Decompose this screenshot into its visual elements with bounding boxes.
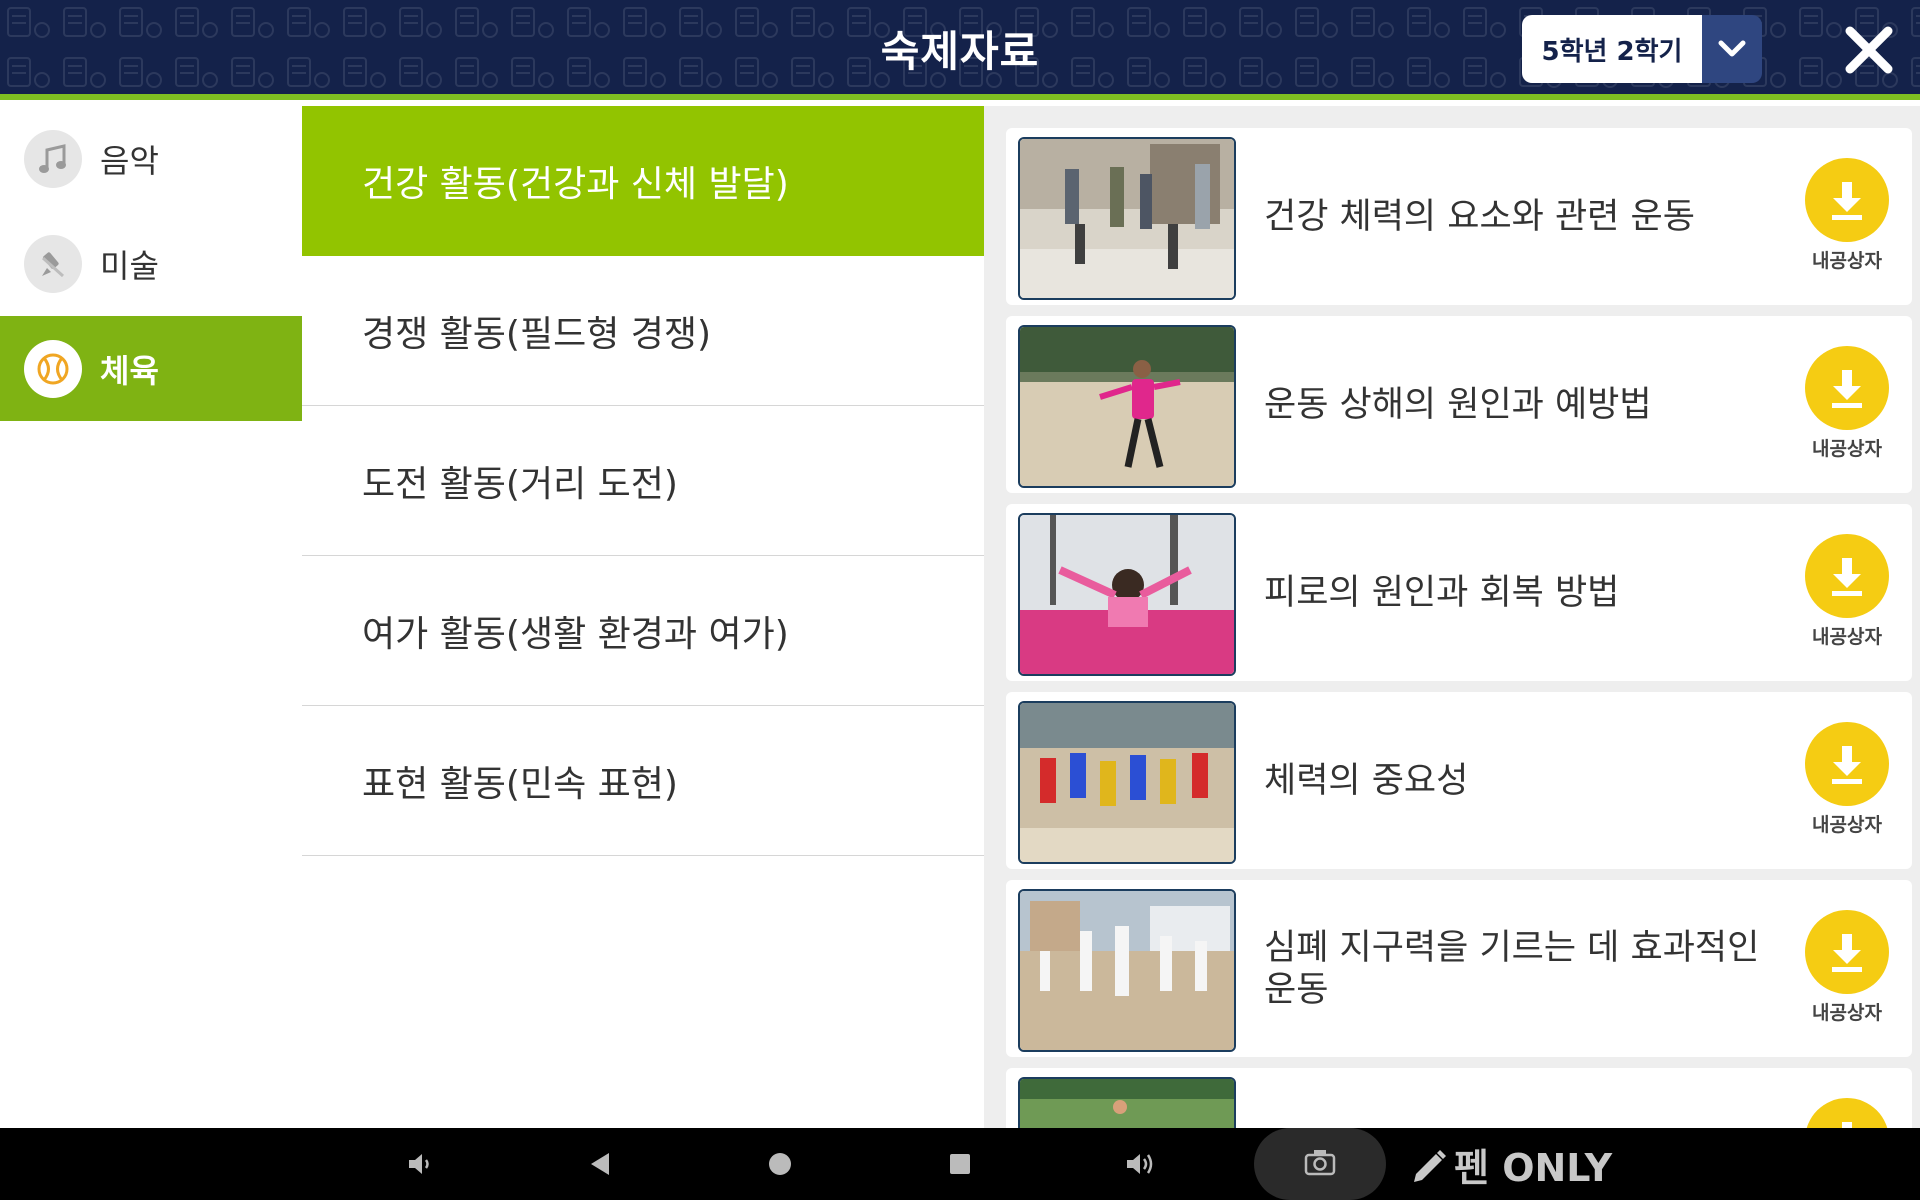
download-label: 내공상자 bbox=[1812, 250, 1882, 272]
semester-dropdown[interactable]: 5학년 2학기 bbox=[1522, 15, 1762, 83]
download-icon bbox=[1805, 1098, 1889, 1128]
unit-item[interactable]: 경쟁 활동(필드형 경쟁) bbox=[302, 256, 984, 406]
material-thumbnail bbox=[1018, 1077, 1236, 1128]
material-thumbnail bbox=[1018, 137, 1236, 300]
unit-item[interactable]: 표현 활동(민속 표현) bbox=[302, 706, 984, 856]
download-icon bbox=[1805, 534, 1889, 618]
home-icon[interactable] bbox=[760, 1128, 800, 1200]
material-thumbnail bbox=[1018, 701, 1236, 864]
header-bar: 숙제자료 5학년 2학기 bbox=[0, 0, 1920, 100]
pen-only-label: 펜 ONLY bbox=[1454, 1145, 1613, 1190]
download-button[interactable]: 내공상자 bbox=[1802, 534, 1892, 649]
close-icon[interactable] bbox=[1836, 20, 1902, 80]
recents-icon[interactable] bbox=[940, 1128, 980, 1200]
download-button[interactable] bbox=[1802, 1098, 1892, 1128]
volume-down-icon[interactable] bbox=[400, 1128, 440, 1200]
paintbrush-icon bbox=[24, 234, 82, 293]
material-card[interactable] bbox=[1006, 1068, 1912, 1128]
download-icon bbox=[1805, 346, 1889, 430]
material-card[interactable]: 심폐 지구력을 기르는 데 효과적인 운동 내공상자 bbox=[1006, 880, 1912, 1057]
download-label: 내공상자 bbox=[1812, 1002, 1882, 1024]
pen-only-toggle[interactable]: 펜 ONLY bbox=[1408, 1128, 1612, 1200]
material-title: 건강 체력의 요소와 관련 운동 bbox=[1264, 196, 1695, 237]
back-icon[interactable] bbox=[580, 1128, 620, 1200]
download-icon bbox=[1805, 158, 1889, 242]
unit-list: 건강 활동(건강과 신체 발달) 경쟁 활동(필드형 경쟁) 도전 활동(거리 … bbox=[302, 106, 996, 1128]
material-thumbnail bbox=[1018, 325, 1236, 488]
download-label: 내공상자 bbox=[1812, 814, 1882, 836]
material-title: 심폐 지구력을 기르는 데 효과적인 운동 bbox=[1264, 927, 1760, 1010]
header-accent-line bbox=[0, 94, 1920, 100]
download-button[interactable]: 내공상자 bbox=[1802, 722, 1892, 837]
music-note-icon bbox=[24, 129, 82, 188]
unit-item[interactable]: 여가 활동(생활 환경과 여가) bbox=[302, 556, 984, 706]
subject-label: 음악 bbox=[100, 141, 159, 180]
download-button[interactable]: 내공상자 bbox=[1802, 346, 1892, 461]
download-label: 내공상자 bbox=[1812, 438, 1882, 460]
system-nav-bar: 펜 ONLY bbox=[0, 1128, 1920, 1200]
download-button[interactable]: 내공상자 bbox=[1802, 910, 1892, 1025]
screenshot-button[interactable] bbox=[1254, 1128, 1386, 1200]
subject-label: 체육 bbox=[100, 351, 159, 390]
download-icon bbox=[1805, 722, 1889, 806]
download-button[interactable]: 내공상자 bbox=[1802, 158, 1892, 273]
material-title: 피로의 원인과 회복 방법 bbox=[1264, 572, 1620, 613]
unit-item[interactable]: 건강 활동(건강과 신체 발달) bbox=[302, 106, 996, 256]
semester-value: 5학년 2학기 bbox=[1522, 15, 1702, 83]
subject-label: 미술 bbox=[100, 246, 159, 285]
material-card[interactable]: 체력의 중요성 내공상자 bbox=[1006, 692, 1912, 869]
material-title: 체력의 중요성 bbox=[1264, 760, 1469, 801]
chevron-down-icon[interactable] bbox=[1702, 15, 1762, 83]
material-thumbnail bbox=[1018, 513, 1236, 676]
material-card[interactable]: 운동 상해의 원인과 예방법 내공상자 bbox=[1006, 316, 1912, 493]
subject-item-music[interactable]: 음악 bbox=[0, 106, 302, 211]
pencil-icon bbox=[1408, 1144, 1448, 1184]
material-title bbox=[1264, 1068, 1799, 1128]
subject-item-pe[interactable]: 체육 bbox=[0, 316, 302, 421]
subject-sidebar: 음악 미술 체육 bbox=[0, 106, 303, 1128]
download-icon bbox=[1805, 910, 1889, 994]
unit-item[interactable]: 도전 활동(거리 도전) bbox=[302, 406, 984, 556]
material-card[interactable]: 피로의 원인과 회복 방법 내공상자 bbox=[1006, 504, 1912, 681]
material-thumbnail bbox=[1018, 889, 1236, 1052]
material-card[interactable]: 건강 체력의 요소와 관련 운동 내공상자 bbox=[1006, 128, 1912, 305]
ball-icon bbox=[24, 339, 82, 398]
volume-up-icon[interactable] bbox=[1120, 1128, 1160, 1200]
subject-item-art[interactable]: 미술 bbox=[0, 211, 302, 316]
materials-list: 건강 체력의 요소와 관련 운동 내공상자 운동 상해의 원인과 예방법 내공상… bbox=[984, 106, 1920, 1128]
camera-icon bbox=[1304, 1148, 1336, 1180]
material-title: 운동 상해의 원인과 예방법 bbox=[1264, 384, 1652, 425]
download-label: 내공상자 bbox=[1812, 626, 1882, 648]
